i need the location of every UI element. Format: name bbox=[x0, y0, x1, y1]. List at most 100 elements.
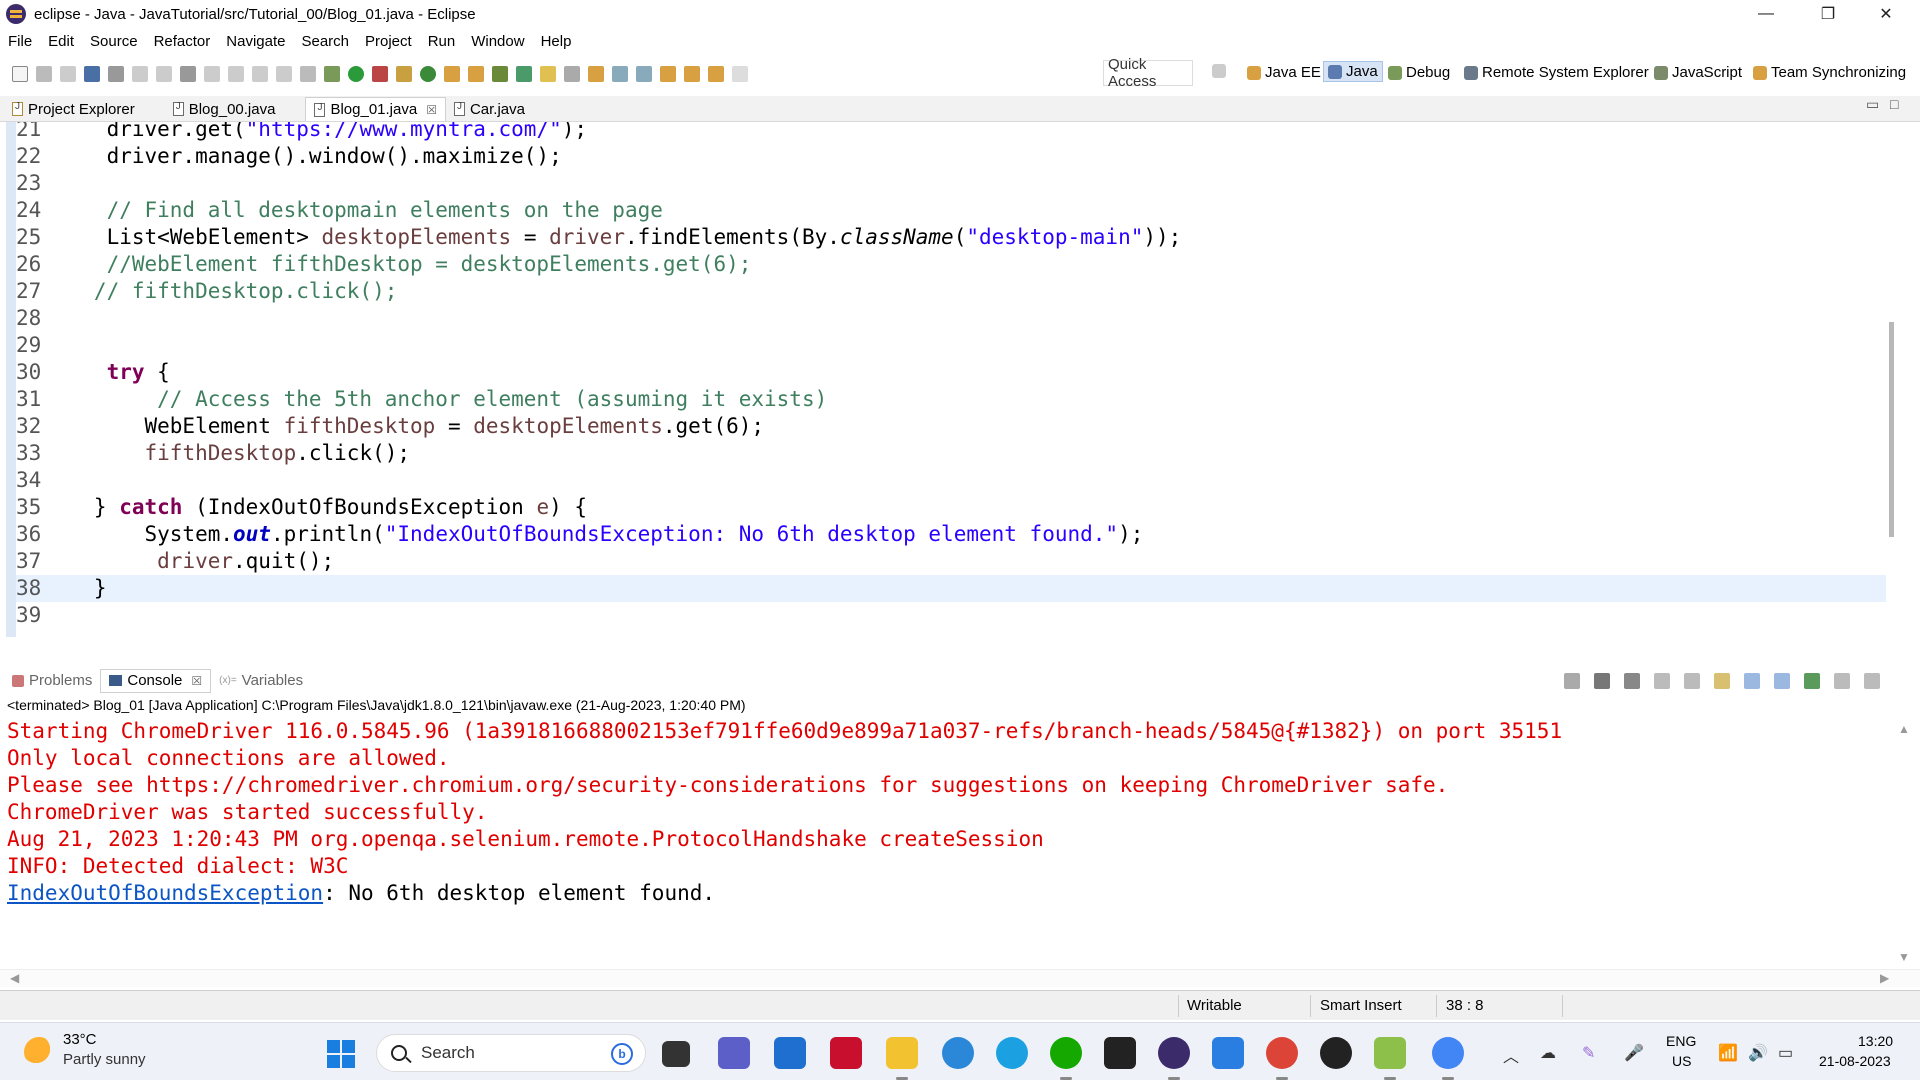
open-console-icon[interactable] bbox=[1864, 673, 1880, 689]
tab-blog-00[interactable]: Blog_00.java bbox=[165, 97, 284, 121]
perspective-debug[interactable]: Debug bbox=[1388, 64, 1450, 81]
tab-blog-01[interactable]: Blog_01.java ☒ bbox=[305, 97, 446, 121]
menu-source[interactable]: Source bbox=[82, 33, 146, 50]
console-output[interactable]: Starting ChromeDriver 116.0.5845.96 (1a3… bbox=[7, 718, 1887, 907]
weather-temperature[interactable]: 33°C bbox=[63, 1031, 97, 1048]
snipping-tool-icon[interactable] bbox=[1374, 1037, 1406, 1080]
teams-chat-icon[interactable] bbox=[718, 1037, 750, 1069]
scroll-lock-icon[interactable] bbox=[1684, 673, 1700, 689]
exception-link[interactable]: IndexOutOfBoundsException bbox=[7, 881, 323, 905]
show-on-stdout-icon[interactable] bbox=[1744, 673, 1760, 689]
weather-icon[interactable] bbox=[24, 1037, 54, 1067]
menu-help[interactable]: Help bbox=[533, 33, 580, 50]
new-java-class-icon[interactable] bbox=[420, 66, 436, 82]
perspective-java-ee[interactable]: Java EE bbox=[1247, 64, 1321, 81]
search-icon[interactable] bbox=[492, 66, 508, 82]
language-indicator[interactable]: ENG bbox=[1666, 1033, 1696, 1049]
disconnect-icon[interactable] bbox=[204, 66, 220, 82]
tab-variables[interactable]: (x)= Variables bbox=[211, 672, 311, 689]
taskbar-search[interactable]: Search b bbox=[376, 1034, 646, 1072]
new-java-package-icon[interactable] bbox=[396, 66, 412, 82]
region-indicator[interactable]: US bbox=[1672, 1053, 1691, 1069]
perspective-java[interactable]: Java bbox=[1323, 61, 1383, 82]
battery-icon[interactable]: ▭ bbox=[1778, 1043, 1793, 1063]
tab-car[interactable]: Car.java bbox=[446, 97, 533, 121]
skip-breakpoints-icon[interactable] bbox=[108, 66, 124, 82]
maximize-view-icon[interactable]: □ bbox=[1890, 96, 1898, 112]
menu-refactor[interactable]: Refactor bbox=[146, 33, 219, 50]
task-view-icon[interactable] bbox=[662, 1041, 690, 1067]
chrome-icon[interactable] bbox=[1432, 1037, 1464, 1080]
menu-run[interactable]: Run bbox=[420, 33, 464, 50]
console-horizontal-scrollbar[interactable]: ◀ ▶ bbox=[0, 969, 1920, 987]
mcafee-icon[interactable] bbox=[830, 1037, 862, 1069]
perspective-team-synchronizing[interactable]: Team Synchronizing bbox=[1753, 64, 1906, 81]
microsoft-store-icon[interactable] bbox=[774, 1037, 806, 1069]
wifi-icon[interactable]: 📶 bbox=[1718, 1043, 1738, 1063]
remove-all-launches-icon[interactable] bbox=[1624, 673, 1640, 689]
back-icon[interactable] bbox=[708, 66, 724, 82]
show-whitespace-icon[interactable] bbox=[636, 66, 652, 82]
edge-icon[interactable] bbox=[996, 1037, 1028, 1069]
obs-icon[interactable] bbox=[1320, 1037, 1352, 1069]
menu-window[interactable]: Window bbox=[463, 33, 532, 50]
minimize-button[interactable]: — bbox=[1738, 0, 1794, 28]
minimize-view-icon[interactable]: ▭ bbox=[1866, 96, 1879, 113]
start-button[interactable] bbox=[327, 1040, 355, 1068]
suspend-icon[interactable] bbox=[156, 66, 172, 82]
forward-icon[interactable] bbox=[732, 66, 748, 82]
clock-date[interactable]: 21-08-2023 bbox=[1819, 1053, 1891, 1069]
tab-console[interactable]: Console ☒ bbox=[100, 668, 212, 693]
help-icon[interactable] bbox=[942, 1037, 974, 1069]
open-type-icon[interactable] bbox=[444, 66, 460, 82]
file-explorer-icon[interactable] bbox=[886, 1037, 918, 1080]
toggle-highlight-icon[interactable] bbox=[540, 66, 556, 82]
onedrive-icon[interactable]: ☁ bbox=[1540, 1043, 1556, 1063]
restore-button[interactable]: ❐ bbox=[1800, 0, 1856, 28]
run-icon[interactable] bbox=[348, 66, 364, 82]
editor-scroll-thumb[interactable] bbox=[1889, 322, 1894, 537]
photos-icon[interactable] bbox=[1212, 1037, 1244, 1069]
toggle-mark-occurrences-icon[interactable] bbox=[516, 66, 532, 82]
menu-edit[interactable]: Edit bbox=[40, 33, 82, 50]
show-source-icon[interactable] bbox=[612, 66, 628, 82]
open-task-icon[interactable] bbox=[468, 66, 484, 82]
step-return-icon[interactable] bbox=[276, 66, 292, 82]
eclipse-taskbar-icon[interactable] bbox=[1158, 1037, 1190, 1080]
display-console-icon[interactable] bbox=[1834, 673, 1850, 689]
editor-vertical-scrollbar[interactable] bbox=[1888, 122, 1896, 637]
show-hidden-icons-chevron-icon[interactable]: ︿ bbox=[1503, 1043, 1519, 1067]
terminal-app-icon[interactable] bbox=[1104, 1037, 1136, 1069]
menu-navigate[interactable]: Navigate bbox=[218, 33, 293, 50]
chrome-profile-icon[interactable] bbox=[1266, 1037, 1298, 1080]
word-wrap-icon[interactable] bbox=[1714, 673, 1730, 689]
close-tab-icon[interactable]: ☒ bbox=[426, 103, 437, 117]
pin-console-icon[interactable] bbox=[1804, 673, 1820, 689]
step-over-icon[interactable] bbox=[252, 66, 268, 82]
next-edit-icon[interactable] bbox=[660, 66, 676, 82]
use-step-filters-icon[interactable] bbox=[300, 66, 316, 82]
menu-file[interactable]: File bbox=[0, 33, 40, 50]
menu-search[interactable]: Search bbox=[293, 33, 357, 50]
quick-access-field[interactable]: Quick Access bbox=[1103, 56, 1193, 90]
pen-icon[interactable]: ✎ bbox=[1582, 1043, 1595, 1063]
resume-icon[interactable] bbox=[132, 66, 148, 82]
terminate-icon[interactable] bbox=[180, 66, 196, 82]
weather-description[interactable]: Partly sunny bbox=[63, 1051, 146, 1068]
coverage-icon[interactable] bbox=[372, 66, 388, 82]
remove-launch-icon[interactable] bbox=[1594, 673, 1610, 689]
show-on-stderr-icon[interactable] bbox=[1774, 673, 1790, 689]
save-icon[interactable] bbox=[36, 66, 52, 82]
terminal-icon[interactable] bbox=[84, 66, 100, 82]
save-all-icon[interactable] bbox=[60, 66, 76, 82]
toggle-whitespace-icon[interactable] bbox=[564, 66, 580, 82]
volume-icon[interactable]: 🔊 bbox=[1748, 1043, 1768, 1063]
clock-time[interactable]: 13:20 bbox=[1858, 1033, 1893, 1049]
next-annotation-icon[interactable] bbox=[588, 66, 604, 82]
close-console-tab-icon[interactable]: ☒ bbox=[191, 674, 202, 688]
console-scroll-down-icon[interactable]: ▼ bbox=[1898, 950, 1910, 964]
perspective-javascript[interactable]: JavaScript bbox=[1654, 64, 1742, 81]
console-scroll-up-icon[interactable]: ▲ bbox=[1898, 722, 1910, 736]
microphone-icon[interactable]: 🎤 bbox=[1624, 1043, 1644, 1063]
terminate-console-icon[interactable] bbox=[1564, 673, 1580, 689]
